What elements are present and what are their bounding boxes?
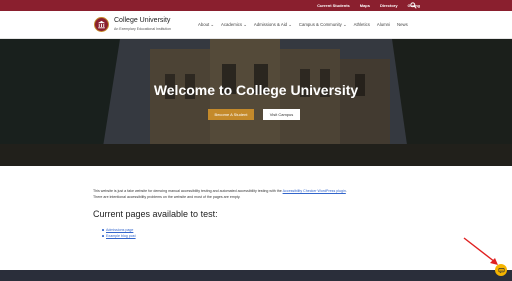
search-icon[interactable] (410, 2, 417, 9)
topbar-link-current-students[interactable]: Current Students (317, 3, 350, 8)
annotation-arrow-icon (463, 237, 498, 265)
topbar-link-directory[interactable]: Directory (380, 3, 398, 8)
footer (0, 270, 512, 281)
hero-title: Welcome to College University (153, 82, 359, 98)
nav-item-alumni[interactable]: Alumni (377, 22, 390, 28)
nav-item-admissions-aid[interactable]: Admissions & Aid ⌄ (254, 22, 292, 28)
test-pages-list: Admissions page Example blog post (102, 227, 136, 239)
accessibility-checker-link[interactable]: Accessibility Checker WordPress plugin (283, 189, 346, 193)
intro-text: This website is just a fake website for … (93, 189, 283, 193)
visit-campus-button[interactable]: Visit Campus (263, 109, 300, 120)
pages-heading: Current pages available to test: (93, 209, 218, 219)
nav-item-news[interactable]: News (397, 22, 408, 28)
intro-text-line2: There are intentional accessibility prob… (93, 195, 241, 199)
site-title[interactable]: College University (114, 17, 170, 24)
site-header: College University An Exemplary Educatio… (0, 11, 512, 39)
intro-paragraph: This website is just a fake website for … (93, 188, 423, 200)
nav-item-academics[interactable]: Academics ⌄ (221, 22, 247, 28)
chat-icon[interactable] (495, 264, 507, 276)
nav-item-campus-community[interactable]: Campus & Community ⌄ (299, 22, 347, 28)
campus-building-image (0, 39, 512, 166)
nav-item-athletics[interactable]: Athletics (354, 22, 370, 28)
nav-item-about[interactable]: About ⌄ (198, 22, 214, 28)
become-a-student-button[interactable]: Become A Student (208, 109, 254, 120)
main-nav: About ⌄ Academics ⌄ Admissions & Aid ⌄ C… (198, 22, 408, 28)
intro-text-end: . (345, 189, 347, 193)
site-tagline: An Exemplary Educational Institution (114, 27, 172, 31)
utility-bar: Current Students Maps Directory Giving (0, 0, 512, 11)
example-blog-post-link[interactable]: Example blog post (102, 233, 136, 239)
university-seal-icon[interactable] (94, 17, 109, 32)
topbar-link-maps[interactable]: Maps (360, 3, 370, 8)
hero-banner: Welcome to College University Become A S… (0, 39, 512, 166)
